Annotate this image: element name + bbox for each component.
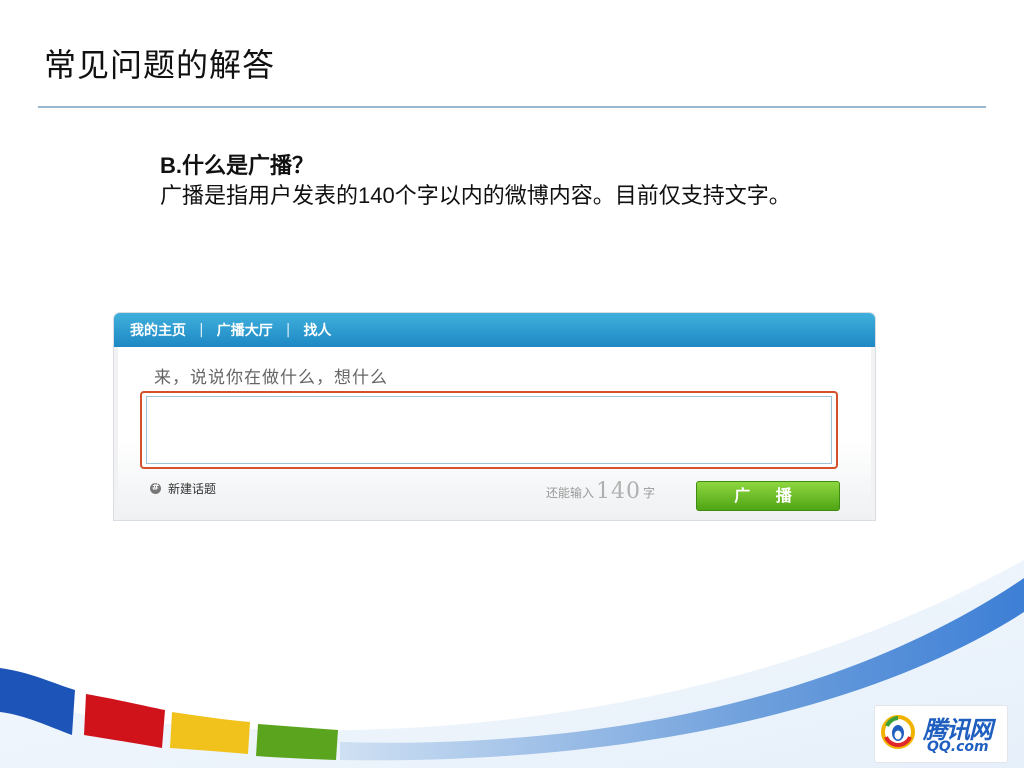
top-nav: 我的主页 | 广播大厅 | 找人 [114,313,875,347]
faq-block: B.什么是广播？ 广播是指用户发表的140个字以内的微博内容。目前仅支持文字。 [160,152,800,212]
nav-find-people[interactable]: 找人 [303,320,331,340]
nav-my-home[interactable]: 我的主页 [130,320,186,340]
nav-separator: | [199,322,204,338]
compose-textarea[interactable] [140,391,838,469]
compose-panel: 来，说说你在做什么，想什么 # 新建话题 还能输入 140 字 广 播 [118,347,871,520]
qq-penguin-icon [881,715,915,749]
counter-prefix: 还能输入 [546,486,595,500]
new-topic-link[interactable]: # 新建话题 [150,480,216,497]
faq-question: B.什么是广播？ [160,153,315,178]
nav-separator: | [285,322,291,338]
compose-textarea-inner[interactable] [146,396,832,464]
title-divider [38,106,986,108]
slide-title: 常见问题的解答 [44,46,276,84]
char-counter: 还能输入 140 字 [546,479,656,504]
compose-prompt: 来，说说你在做什么，想什么 [154,368,388,388]
hashtag-icon: # [150,483,161,494]
counter-suffix: 字 [643,486,656,500]
tencent-logo: 腾讯网 QQ.com [874,705,1008,763]
new-topic-label: 新建话题 [168,482,217,496]
logo-domain: QQ.com [927,739,989,755]
post-button[interactable]: 广 播 [696,481,840,511]
nav-broadcast-hall[interactable]: 广播大厅 [217,320,273,340]
faq-answer: 广播是指用户发表的140个字以内的微博内容。目前仅支持文字。 [160,183,791,208]
weibo-compose-screenshot: 我的主页 | 广播大厅 | 找人 来，说说你在做什么，想什么 # 新建话题 还能… [114,313,875,520]
counter-value: 140 [596,479,642,504]
